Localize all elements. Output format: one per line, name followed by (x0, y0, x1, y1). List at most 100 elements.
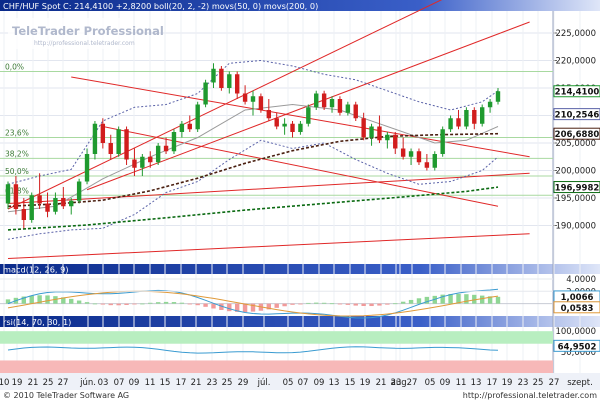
macd-histogram-bar (163, 301, 169, 304)
macd-histogram-bar (393, 303, 398, 305)
candle-body (100, 123, 106, 143)
x-tick-label: 19 (12, 378, 23, 388)
candle-body (345, 104, 351, 113)
x-tick-label: 11 (145, 378, 156, 388)
macd-histogram-bar (329, 303, 335, 305)
x-tick-label: 09 (440, 378, 451, 388)
x-tick-label: 21 (376, 378, 387, 388)
watermark-title: TeleTrader Professional (12, 24, 164, 38)
candle-body (242, 93, 248, 102)
macd-histogram-bar (274, 303, 279, 308)
macd-histogram-bar (479, 295, 485, 304)
candle-body (92, 123, 98, 154)
rsi-overbought-zone (0, 331, 553, 344)
candle-body (472, 110, 477, 124)
candle-body (361, 118, 366, 138)
candle-body (408, 151, 414, 157)
macd-header-bar (0, 264, 600, 274)
macd-histogram-bar (345, 303, 351, 305)
candle-body (479, 107, 485, 124)
macd-histogram-bar (298, 303, 303, 305)
candle-body (282, 123, 287, 127)
fib-level-label: 50,0% (5, 167, 29, 176)
candle-body (13, 184, 19, 209)
macd-histogram-bar (84, 302, 90, 304)
macd-histogram-bar (155, 302, 161, 304)
x-tick-label: 29 (238, 378, 249, 388)
macd-histogram-bar (227, 303, 232, 312)
macd-histogram-bar (361, 303, 366, 307)
macd-histogram-bar (108, 303, 113, 306)
candle-body (84, 154, 90, 182)
candle-body (195, 104, 200, 130)
x-tick-label: 05 (283, 378, 294, 388)
candle-body (495, 91, 501, 102)
macd-histogram-bar (100, 303, 106, 305)
candle-body (148, 156, 153, 163)
candle-body (321, 93, 327, 108)
x-tick-label: 15 (160, 378, 171, 388)
macd-histogram-bar (353, 303, 358, 306)
x-tick-label: 05 (425, 378, 436, 388)
candle-body (187, 123, 192, 130)
macd-value-tag: 0,0583 (561, 304, 594, 314)
x-tick-label: 11 (456, 378, 467, 388)
x-tick-label: 21 (191, 378, 202, 388)
macd-histogram-bar (92, 303, 98, 305)
main-y-tick-label: 195,0000 (555, 194, 596, 204)
candle-body (258, 96, 264, 110)
macd-histogram-bar (187, 303, 192, 305)
x-tick-label: 19 (502, 378, 513, 388)
candle-body (385, 134, 390, 141)
macd-histogram-bar (337, 303, 343, 305)
candle-body (487, 101, 493, 108)
candle-body (53, 198, 58, 212)
candle-body (163, 145, 169, 152)
x-tick-label: 25 (533, 378, 544, 388)
macd-histogram-bar (282, 303, 287, 307)
candle-body (155, 145, 161, 163)
x-tick-label: jún. (79, 378, 96, 388)
macd-histogram-bar (195, 303, 200, 306)
rsi-y-tick-label: 100,0000 (555, 327, 596, 337)
macd-histogram-bar (369, 303, 374, 307)
macd-histogram-bar (45, 295, 50, 304)
x-tick-label: szept. (567, 378, 593, 388)
macd-histogram-bar (408, 299, 414, 304)
x-tick-label: 21 (28, 378, 39, 388)
macd-histogram-bar (385, 303, 390, 305)
macd-histogram-bar (400, 301, 406, 304)
x-tick-label: aug. (391, 378, 410, 388)
candle-body (227, 74, 232, 88)
macd-title: macd(12, 26, 9) (3, 265, 69, 275)
candle-body (132, 159, 137, 168)
footer-url: http://professional.teletrader.com (463, 391, 597, 400)
macd-histogram-bar (242, 303, 248, 313)
x-tick-label: 23 (518, 378, 529, 388)
fib-level-label: 38,2% (5, 149, 29, 158)
candle-body (400, 148, 406, 157)
candle-body (116, 129, 121, 154)
rsi-oversold-zone (0, 360, 553, 373)
candle-body (45, 203, 50, 212)
candle-body (124, 129, 129, 160)
candle-body (353, 104, 358, 119)
candle-body (69, 200, 74, 207)
x-tick-label: 13 (471, 378, 482, 388)
macd-histogram-bar (124, 303, 129, 305)
price-tag-label: 214,4100 (555, 88, 600, 98)
rsi-value-tag: 64,9502 (558, 342, 597, 352)
candle-body (393, 134, 398, 149)
candle-body (21, 209, 27, 220)
macd-histogram-bar (306, 302, 311, 304)
macd-histogram-bar (211, 303, 216, 309)
candle-body (416, 151, 422, 163)
rsi-header-bar (0, 316, 600, 327)
x-tick-label: 25 (43, 378, 54, 388)
macd-histogram-bar (29, 295, 34, 304)
candle-body (314, 93, 319, 108)
price-tag-label: 210,2546 (555, 111, 600, 121)
candle-body (108, 143, 113, 154)
x-tick-label: 25 (222, 378, 233, 388)
candle-body (250, 96, 256, 102)
